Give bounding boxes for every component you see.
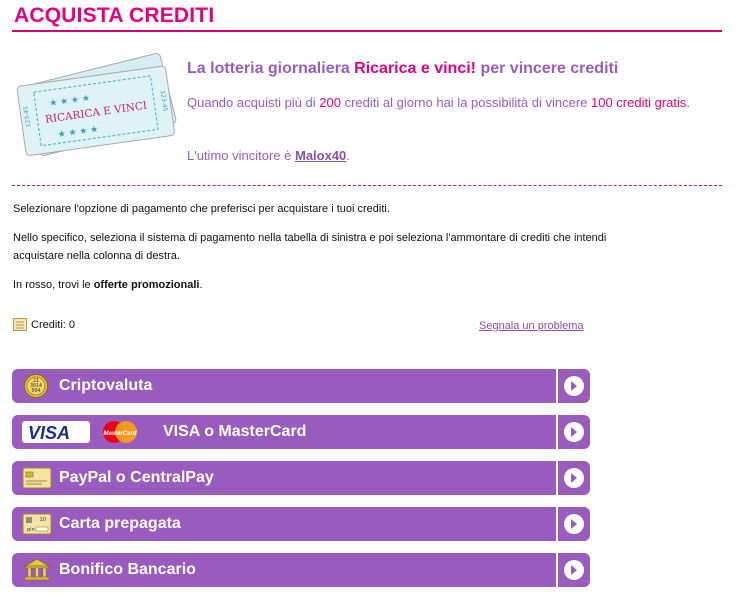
instruction-text-1: Selezionare l'opzione di pagamento che p…: [13, 203, 390, 215]
payment-label: PayPal o CentralPay: [59, 469, 214, 486]
lottery-ticket-icon: ★ ★ ★ ★ RICARICA E VINCI ★ ★ ★ ★ 123-45 …: [16, 53, 177, 157]
card-icon: [22, 467, 52, 489]
svg-text:pin: pin: [27, 527, 35, 533]
credits-icon: [13, 318, 27, 331]
visa-mastercard-icon: VISA MasterCard: [22, 421, 137, 443]
winner-link[interactable]: Malox40: [295, 148, 346, 163]
credits-label: Crediti: 0: [31, 318, 76, 331]
lottery-headline: La lotteria giornaliera Ricarica e vinci…: [187, 60, 619, 77]
svg-text:10: 10: [40, 517, 46, 523]
chevron-right-icon: [556, 415, 590, 449]
page-title: ACQUISTA CREDITI: [14, 4, 215, 27]
chevron-right-icon: [556, 553, 590, 587]
payment-label: Carta prepagata: [59, 515, 181, 532]
prepaid-card-icon: 10 pin: [22, 513, 52, 535]
svg-text:004: 004: [31, 388, 40, 394]
payment-label: Criptovaluta: [59, 377, 153, 394]
section-divider: [12, 185, 722, 186]
payment-label: Bonifico Bancario: [59, 561, 196, 578]
payment-bank-transfer-button[interactable]: Bonifico Bancario: [12, 553, 590, 587]
last-winner: L'utimo vincitore è Malox40.: [187, 148, 350, 163]
payment-paypal-button[interactable]: PayPal o CentralPay: [12, 461, 590, 495]
chevron-right-icon: [556, 369, 590, 403]
payment-label: VISA o MasterCard: [163, 423, 307, 440]
crypto-coin-icon: 21 3014 004: [24, 374, 48, 398]
instruction-text-3: In rosso, trovi le offerte promozionali.: [13, 279, 203, 291]
bank-icon: [23, 558, 51, 581]
instruction-text-2: Nello specifico, seleziona il sistema di…: [13, 232, 607, 262]
lottery-description: Quando acquisti più di 200 crediti al gi…: [187, 95, 690, 110]
report-problem-link[interactable]: Segnala un problema: [479, 320, 584, 332]
credits-balance: Crediti: 0: [13, 318, 75, 331]
svg-text:MasterCard: MasterCard: [103, 431, 136, 437]
payment-card-button[interactable]: VISA MasterCard VISA o MasterCard: [12, 415, 590, 449]
chevron-right-icon: [556, 507, 590, 541]
payment-prepaid-button[interactable]: 10 pin Carta prepagata: [12, 507, 590, 541]
title-divider: [12, 30, 722, 32]
svg-text:VISA: VISA: [28, 423, 70, 443]
chevron-right-icon: [556, 461, 590, 495]
payment-crypto-button[interactable]: 21 3014 004 Criptovaluta: [12, 369, 590, 403]
